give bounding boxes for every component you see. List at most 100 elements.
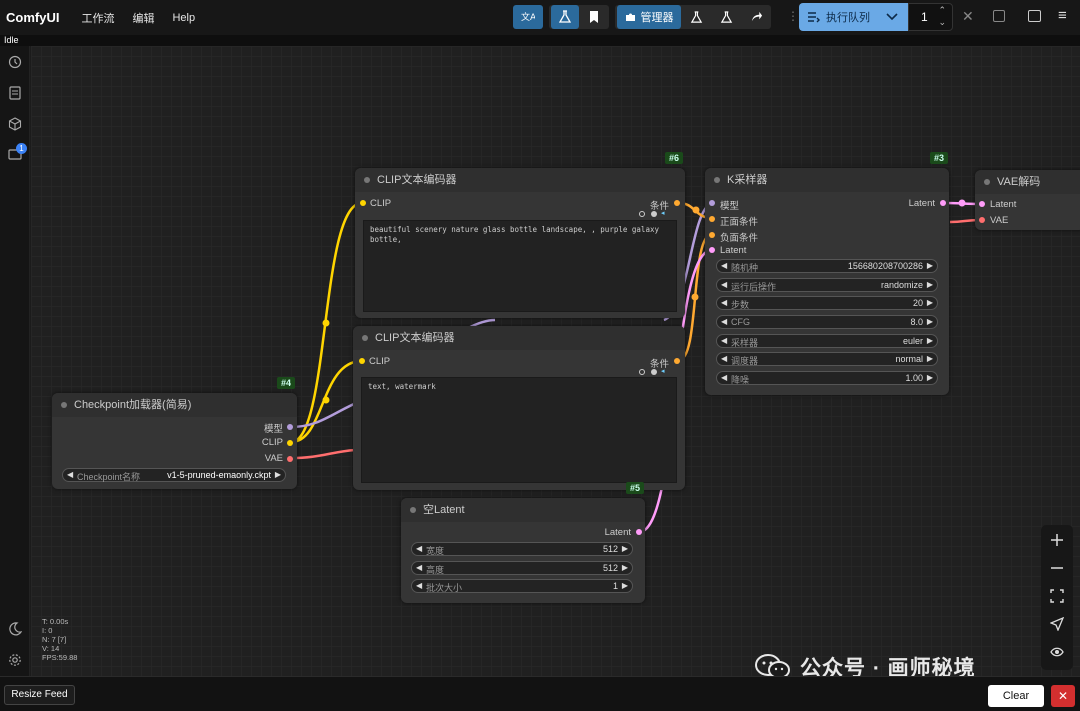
clear-button[interactable]: Clear xyxy=(988,685,1044,707)
gear-small-icon[interactable] xyxy=(651,211,657,217)
widget-control-after-generate[interactable]: ◀ 运行后操作 randomize ▶ xyxy=(716,278,938,292)
fit-view-icon[interactable] xyxy=(1050,589,1064,603)
widget-sampler[interactable]: ◀ 采样器 euler ▶ xyxy=(716,334,938,348)
input-slot-model[interactable] xyxy=(709,200,715,206)
svg-text:文A: 文A xyxy=(521,11,535,23)
top-menu-bar: ComfyUI 工作流 编辑 Help 文A 管理器 ⋮ 执行队列 1 ⌃ ⌄ … xyxy=(0,0,1080,35)
flask-outline-icon xyxy=(720,10,732,23)
speaker-icon[interactable]: ◂ xyxy=(661,209,665,217)
resize-feed-button[interactable]: Resize Feed xyxy=(4,685,75,705)
stepper-up-icon[interactable]: ⌃ xyxy=(938,5,946,16)
moon-icon[interactable] xyxy=(8,622,22,636)
model-library-button[interactable] xyxy=(551,5,579,29)
puzzle-icon xyxy=(625,13,635,21)
widget-scheduler[interactable]: ◀ 调度器 normal ▶ xyxy=(716,352,938,366)
widget-height[interactable]: ◀ 高度 512 ▶ xyxy=(411,561,633,575)
output-label-latent: Latent xyxy=(908,198,935,209)
collapse-dot[interactable] xyxy=(362,335,368,341)
app-logo[interactable]: ComfyUI xyxy=(6,10,59,25)
collapse-dot[interactable] xyxy=(61,402,67,408)
batch-count-value: 1 xyxy=(921,10,928,24)
node-id-badge: #5 xyxy=(626,482,645,494)
node-vae-decode[interactable]: VAE解码 Latent VAE xyxy=(975,170,1080,230)
collapse-dot[interactable] xyxy=(714,177,720,183)
drag-handle-icon[interactable]: ⋮ xyxy=(787,9,799,23)
input-slot-clip[interactable] xyxy=(360,200,366,206)
node-title[interactable]: Checkpoint加载器(简易) xyxy=(52,393,297,417)
manager-button[interactable]: 管理器 xyxy=(617,5,681,29)
prompt-textarea-positive[interactable]: beautiful scenery nature glass bottle la… xyxy=(363,220,677,312)
output-slot-conditioning[interactable] xyxy=(674,200,680,206)
widget-cfg[interactable]: ◀ CFG 8.0 ▶ xyxy=(716,315,938,329)
output-slot-model[interactable] xyxy=(287,424,293,430)
input-slot-vae[interactable] xyxy=(979,217,985,223)
input-slot-clip[interactable] xyxy=(359,358,365,364)
node-title[interactable]: VAE解码 xyxy=(975,170,1080,194)
stat-nodes: N: 7 [7] xyxy=(42,635,67,644)
output-slot-clip[interactable] xyxy=(287,440,293,446)
menu-workflow[interactable]: 工作流 xyxy=(81,10,114,26)
widget-width[interactable]: ◀ 宽度 512 ▶ xyxy=(411,542,633,556)
node-title[interactable]: CLIP文本编码器 xyxy=(353,326,685,350)
gear-icon[interactable] xyxy=(8,653,22,667)
batch-count-input[interactable]: 1 ⌃ ⌄ xyxy=(908,3,953,31)
input-label-latent: Latent xyxy=(990,199,1017,210)
input-slot-negative[interactable] xyxy=(709,232,715,238)
maximize-icon[interactable] xyxy=(993,10,1005,22)
widget-ckpt-name[interactable]: ◀ Checkpoint名称 v1-5-pruned-emaonly.ckpt ▶ xyxy=(62,468,286,482)
zoom-in-icon[interactable] xyxy=(1050,533,1064,547)
close-feed-button[interactable]: ✕ xyxy=(1051,685,1075,707)
output-label: 条件 xyxy=(649,201,669,212)
share-button-b[interactable] xyxy=(714,5,738,29)
navigate-icon[interactable] xyxy=(1050,617,1064,631)
collapse-dot[interactable] xyxy=(410,507,416,513)
input-label-vae: VAE xyxy=(990,215,1009,226)
input-slot-latent[interactable] xyxy=(979,201,985,207)
history-icon[interactable] xyxy=(8,55,22,69)
cube-icon[interactable] xyxy=(8,117,22,131)
output-slot-latent[interactable] xyxy=(940,200,946,206)
gear-small-icon[interactable] xyxy=(651,369,657,375)
collapse-dot[interactable] xyxy=(984,179,990,185)
widget-batch-size[interactable]: ◀ 批次大小 1 ▶ xyxy=(411,579,633,593)
input-slot-latent[interactable] xyxy=(709,247,715,253)
node-id-badge: #6 xyxy=(665,152,684,164)
prompt-textarea-negative[interactable]: text, watermark xyxy=(361,377,677,483)
bookmark-button[interactable] xyxy=(581,5,607,29)
document-icon[interactable] xyxy=(8,86,22,100)
node-title[interactable]: CLIP文本编码器 xyxy=(355,168,685,192)
stepper-down-icon[interactable]: ⌄ xyxy=(938,17,946,28)
zoom-out-icon[interactable] xyxy=(1050,561,1064,575)
widget-steps[interactable]: ◀ 步数 20 ▶ xyxy=(716,296,938,310)
node-ksampler[interactable]: K采样器 模型 正面条件 负面条件 Latent Latent ◀ 随机种 1566… xyxy=(705,168,949,395)
node-title[interactable]: 空Latent xyxy=(401,498,645,522)
node-title[interactable]: K采样器 xyxy=(705,168,949,192)
eye-icon[interactable] xyxy=(1050,645,1064,659)
translate-button[interactable]: 文A xyxy=(513,5,543,29)
status-circle-icon xyxy=(639,211,645,217)
share-button[interactable] xyxy=(744,5,768,29)
stat-fps: FPS:59.88 xyxy=(42,653,78,662)
share-button-a[interactable] xyxy=(684,5,708,29)
menu-edit[interactable]: 编辑 xyxy=(132,10,154,26)
hamburger-menu-icon[interactable]: ≡ xyxy=(1058,7,1067,24)
widget-seed[interactable]: ◀ 随机种 156680208700286 ▶ xyxy=(716,259,938,273)
render-stats: T: 0.00s I: 0 N: 7 [7] V: 14 FPS:59.88 xyxy=(42,617,77,662)
close-icon[interactable]: ✕ xyxy=(962,8,974,25)
share-arrow-icon xyxy=(751,11,762,21)
collapse-dot[interactable] xyxy=(364,177,370,183)
node-checkpoint-loader[interactable]: Checkpoint加载器(简易) 模型 CLIP VAE ◀ Checkpoin… xyxy=(52,393,297,489)
node-clip-text-encode-negative[interactable]: CLIP文本编码器 CLIP 条件 ◂ text, watermark xyxy=(353,326,685,490)
output-slot-conditioning[interactable] xyxy=(674,358,680,364)
queue-dropdown[interactable] xyxy=(876,3,908,31)
widget-denoise[interactable]: ◀ 降噪 1.00 ▶ xyxy=(716,371,938,385)
node-empty-latent[interactable]: 空Latent Latent ◀ 宽度 512 ▶ ◀ 高度 512 ▶ ◀ 批次大小 1 ▶ xyxy=(401,498,645,603)
menu-help[interactable]: Help xyxy=(172,12,195,24)
speaker-icon[interactable]: ◂ xyxy=(661,367,665,375)
output-slot-latent[interactable] xyxy=(636,529,642,535)
queue-badge: 1 xyxy=(16,143,27,154)
output-slot-vae[interactable] xyxy=(287,456,293,462)
panel-icon[interactable] xyxy=(1028,10,1041,22)
input-slot-positive[interactable] xyxy=(709,216,715,222)
node-clip-text-encode-positive[interactable]: CLIP文本编码器 CLIP 条件 ◂ beautiful scenery na… xyxy=(355,168,685,318)
